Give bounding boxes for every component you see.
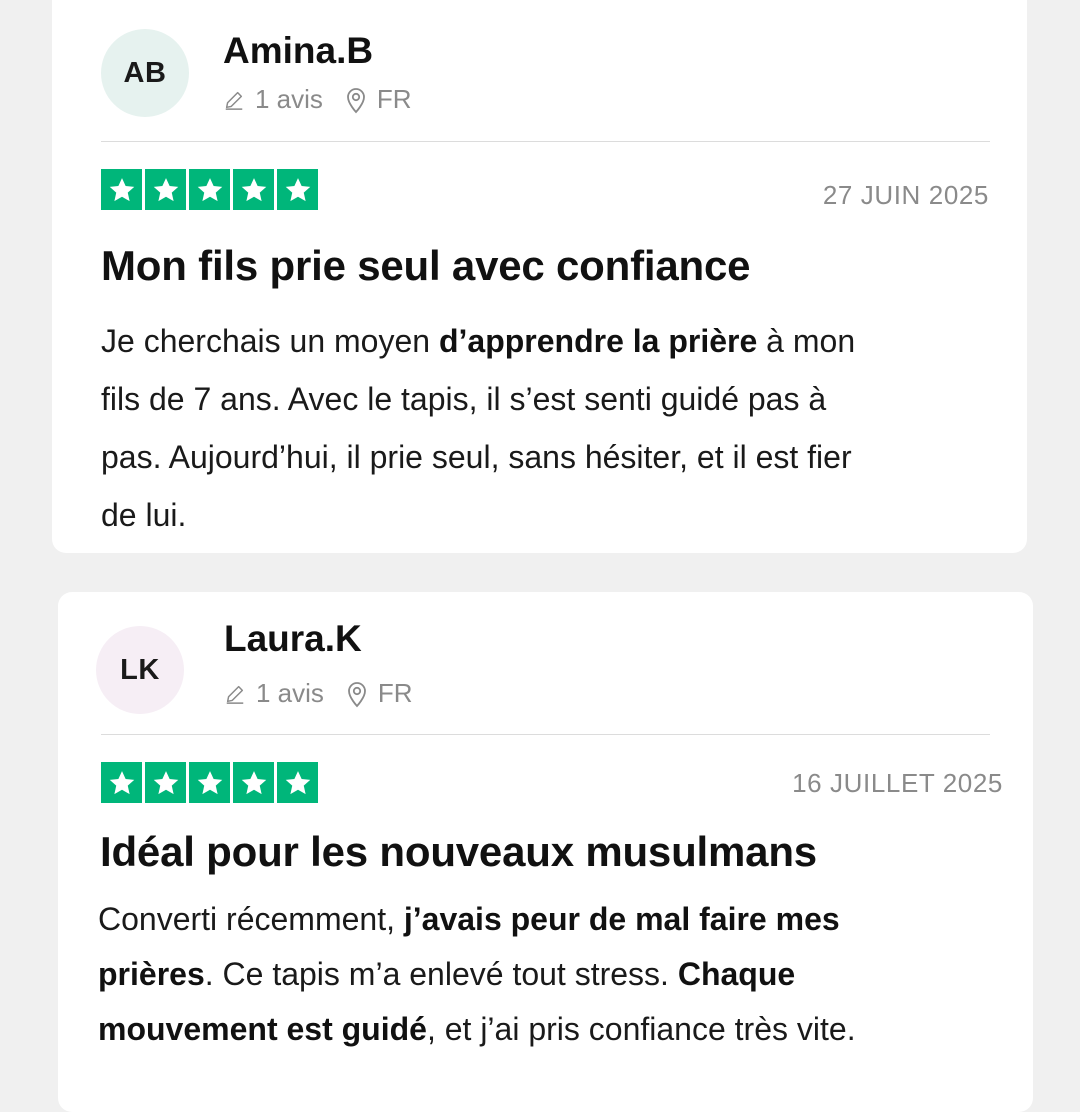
review-text-bold: d’apprendre la prière <box>438 323 758 359</box>
star-icon <box>189 169 230 210</box>
review-text-bold: mouvement est guidé <box>98 1011 427 1047</box>
reviewer-name[interactable]: Amina.B <box>223 30 373 72</box>
country: FR <box>376 84 412 114</box>
review-line: pas. Aujourd’hui, il prie seul, sans hés… <box>101 428 1011 486</box>
review-text: Converti récemment, <box>98 901 404 937</box>
review-text: à mon <box>757 323 856 359</box>
review-date: 27 JUIN 2025 <box>822 180 989 210</box>
pencil-icon <box>224 683 246 705</box>
review-title: Idéal pour les nouveaux musulmans <box>100 828 817 875</box>
location-pin-icon <box>346 680 368 708</box>
review-body: Converti récemment, j’avais peur de mal … <box>98 892 1008 1057</box>
avatar-initials: LK <box>120 653 160 686</box>
review-card: AB Amina.B 1 avis FR 27 JUIN 2025 Mon fi… <box>52 0 1027 553</box>
star-icon <box>145 762 186 803</box>
star-rating <box>101 762 321 803</box>
review-line: de lui. <box>101 486 1011 544</box>
review-text: , et j’ai pris confiance très vite. <box>426 1011 856 1047</box>
star-icon <box>233 762 274 803</box>
review-text: Je cherchais un moyen <box>101 323 439 359</box>
review-text-bold: Chaque <box>677 956 796 992</box>
star-icon <box>277 762 318 803</box>
review-card: LK Laura.K 1 avis FR 16 JUILLET 2025 Idé… <box>58 592 1033 1112</box>
review-text: de lui. <box>101 497 187 533</box>
review-title: Mon fils prie seul avec confiance <box>101 242 751 289</box>
divider <box>101 141 990 142</box>
review-line: prières. Ce tapis m’a enlevé tout stress… <box>98 947 1008 1002</box>
review-line: Je cherchais un moyen d’apprendre la pri… <box>101 312 1011 370</box>
review-body: Je cherchais un moyen d’apprendre la pri… <box>101 312 1011 544</box>
review-text-bold: prières <box>98 956 205 992</box>
reviewer-meta: 1 avis FR <box>224 678 413 709</box>
avatar: LK <box>96 626 184 714</box>
review-count: 1 avis <box>255 84 323 114</box>
review-text: fils de 7 ans. Avec le tapis, il s’est s… <box>101 381 827 417</box>
review-line: fils de 7 ans. Avec le tapis, il s’est s… <box>101 370 1011 428</box>
avatar-initials: AB <box>123 56 167 89</box>
star-icon <box>101 169 142 210</box>
star-icon <box>277 169 318 210</box>
star-icon <box>145 169 186 210</box>
review-text-bold: j’avais peur de mal faire mes <box>403 901 840 937</box>
reviewer-name[interactable]: Laura.K <box>224 618 362 660</box>
star-icon <box>189 762 230 803</box>
location-pin-icon <box>345 86 367 114</box>
reviewer-meta: 1 avis FR <box>223 84 412 115</box>
star-icon <box>233 169 274 210</box>
avatar: AB <box>101 29 189 117</box>
review-date: 16 JUILLET 2025 <box>792 768 1003 798</box>
review-count: 1 avis <box>256 678 324 708</box>
divider <box>101 734 990 735</box>
country: FR <box>377 678 413 708</box>
pencil-icon <box>223 89 245 111</box>
review-line: mouvement est guidé, et j’ai pris confia… <box>98 1002 1008 1057</box>
review-text: . Ce tapis m’a enlevé tout stress. <box>204 956 678 992</box>
star-icon <box>101 762 142 803</box>
review-text: pas. Aujourd’hui, il prie seul, sans hés… <box>101 439 852 475</box>
review-line: Converti récemment, j’avais peur de mal … <box>98 892 1008 947</box>
star-rating <box>101 169 321 210</box>
